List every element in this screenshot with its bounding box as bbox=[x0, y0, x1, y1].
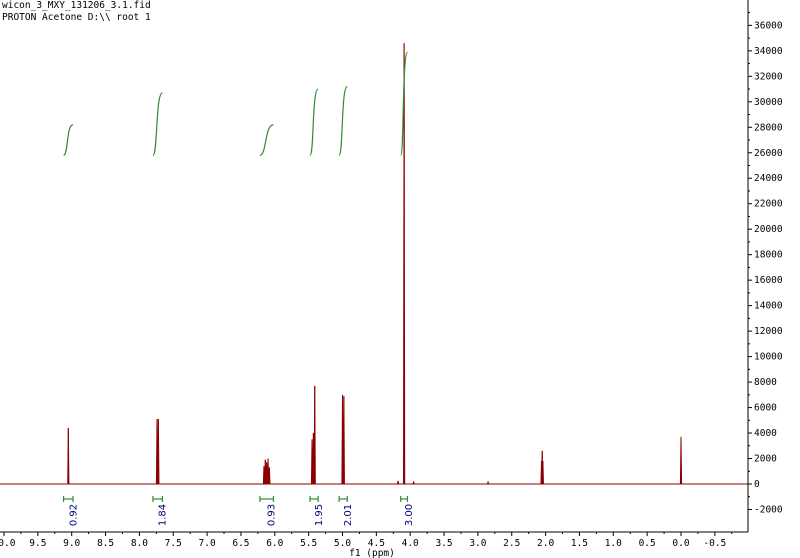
x-tick-label: 1.0 bbox=[605, 538, 622, 549]
integral-value-label: 2.01 bbox=[343, 504, 354, 526]
x-tick-label: 7.5 bbox=[165, 538, 182, 549]
x-tick-label: 0.5 bbox=[639, 538, 656, 549]
x-tick-label: 3.0 bbox=[469, 538, 486, 549]
x-tick-label: 10.0 bbox=[0, 538, 16, 549]
x-tick-label: -0.5 bbox=[703, 538, 726, 549]
integral-curve bbox=[62, 124, 74, 156]
x-tick-label: 8.5 bbox=[97, 538, 114, 549]
y-tick-label: 24000 bbox=[754, 173, 783, 184]
y-tick-label: 30000 bbox=[754, 97, 783, 108]
y-tick-label: 22000 bbox=[754, 199, 783, 210]
spectrum-trace bbox=[0, 43, 748, 485]
x-tick-label: 9.0 bbox=[63, 538, 80, 549]
integral-value-label: 0.93 bbox=[267, 504, 278, 526]
x-tick-label: 5.5 bbox=[300, 538, 317, 549]
y-tick-label: 10000 bbox=[754, 352, 783, 363]
x-tick-label: 6.5 bbox=[232, 538, 249, 549]
x-tick-label: 1.5 bbox=[571, 538, 588, 549]
x-tick-label: 2.5 bbox=[503, 538, 520, 549]
y-tick-label: 0 bbox=[754, 479, 760, 490]
nmr-spectrum-chart: -2000 0 2000 4000 6000 8000 10000 12000 14000 160… bbox=[0, 0, 783, 558]
y-tick-label: 34000 bbox=[754, 46, 783, 57]
integral-curve bbox=[309, 88, 319, 156]
x-tick-label: 4.0 bbox=[402, 538, 419, 549]
y-tick-label: 4000 bbox=[754, 428, 777, 439]
y-tick-label: 20000 bbox=[754, 224, 783, 235]
x-tick-label: 8.0 bbox=[131, 538, 148, 549]
y-tick-label: 28000 bbox=[754, 122, 783, 133]
x-tick-label: 3.5 bbox=[435, 538, 452, 549]
y-tick-label: 16000 bbox=[754, 275, 783, 286]
x-axis-title: f1 (ppm) bbox=[349, 548, 395, 558]
x-tick-label: 2.0 bbox=[537, 538, 554, 549]
x-tick-label: 9.5 bbox=[29, 538, 46, 549]
integral-value-label: 3.00 bbox=[404, 504, 415, 526]
y-tick-label: 2000 bbox=[754, 454, 777, 465]
integral-curve bbox=[338, 85, 348, 156]
y-tick-label: 12000 bbox=[754, 326, 783, 337]
x-tick-label: 7.0 bbox=[199, 538, 216, 549]
integral-curve bbox=[152, 92, 163, 156]
y-tick-label: 18000 bbox=[754, 250, 783, 261]
integral-value-label: 0.92 bbox=[68, 504, 79, 526]
integral-curve bbox=[259, 124, 274, 156]
y-tick-label: 14000 bbox=[754, 301, 783, 312]
y-tick-label: 6000 bbox=[754, 403, 777, 414]
y-tick-label: 8000 bbox=[754, 377, 777, 388]
y-tick-label: 36000 bbox=[754, 20, 783, 31]
y-tick-label: -2000 bbox=[754, 504, 783, 515]
y-tick-label: 26000 bbox=[754, 148, 783, 159]
integral-value-label: 1.84 bbox=[158, 504, 169, 526]
x-tick-label: 0.0 bbox=[672, 538, 689, 549]
integral-value-label: 1.95 bbox=[314, 504, 325, 526]
y-tick-label: 32000 bbox=[754, 71, 783, 82]
x-tick-label: 6.0 bbox=[266, 538, 283, 549]
